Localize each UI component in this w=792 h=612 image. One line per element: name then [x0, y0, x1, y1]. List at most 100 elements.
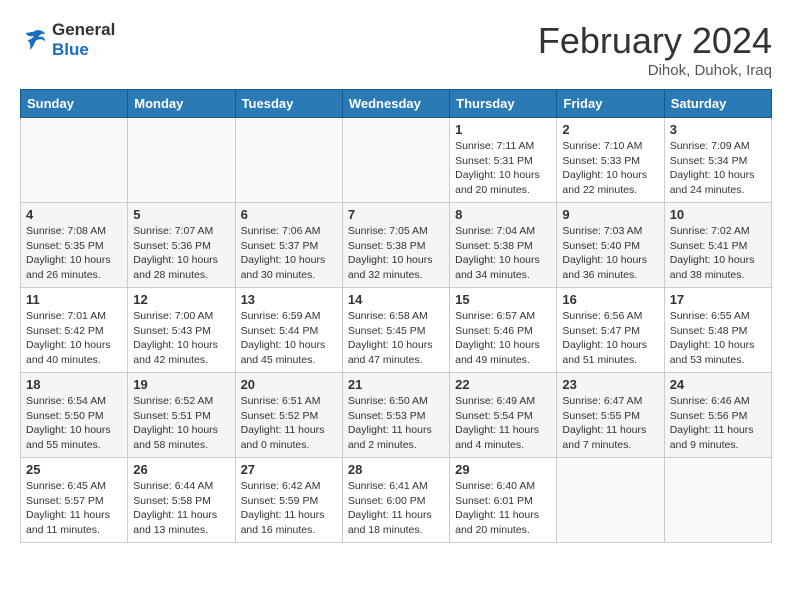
month-title: February 2024	[538, 20, 772, 62]
day-number: 2	[562, 122, 658, 137]
day-number: 26	[133, 462, 229, 477]
day-info: Sunrise: 6:56 AM Sunset: 5:47 PM Dayligh…	[562, 309, 658, 368]
day-info: Sunrise: 6:52 AM Sunset: 5:51 PM Dayligh…	[133, 394, 229, 453]
day-info: Sunrise: 6:58 AM Sunset: 5:45 PM Dayligh…	[348, 309, 444, 368]
day-info: Sunrise: 7:01 AM Sunset: 5:42 PM Dayligh…	[26, 309, 122, 368]
calendar-cell	[235, 118, 342, 203]
logo-general: General	[52, 20, 115, 40]
day-info: Sunrise: 6:51 AM Sunset: 5:52 PM Dayligh…	[241, 394, 337, 453]
day-number: 16	[562, 292, 658, 307]
day-info: Sunrise: 6:59 AM Sunset: 5:44 PM Dayligh…	[241, 309, 337, 368]
day-info: Sunrise: 7:09 AM Sunset: 5:34 PM Dayligh…	[670, 139, 766, 198]
day-number: 10	[670, 207, 766, 222]
calendar-cell: 11 Sunrise: 7:01 AM Sunset: 5:42 PM Dayli…	[21, 288, 128, 373]
calendar-cell: 27 Sunrise: 6:42 AM Sunset: 5:59 PM Dayli…	[235, 458, 342, 543]
logo: General Blue	[20, 20, 115, 60]
calendar-week-row: 4 Sunrise: 7:08 AM Sunset: 5:35 PM Daylig…	[21, 203, 772, 288]
day-number: 21	[348, 377, 444, 392]
calendar-cell	[21, 118, 128, 203]
day-info: Sunrise: 6:47 AM Sunset: 5:55 PM Dayligh…	[562, 394, 658, 453]
day-number: 3	[670, 122, 766, 137]
day-number: 4	[26, 207, 122, 222]
logo-bird-icon	[20, 26, 48, 54]
calendar-table: SundayMondayTuesdayWednesdayThursdayFrid…	[20, 89, 772, 543]
day-number: 27	[241, 462, 337, 477]
calendar-cell: 5 Sunrise: 7:07 AM Sunset: 5:36 PM Daylig…	[128, 203, 235, 288]
weekday-header-wednesday: Wednesday	[342, 90, 449, 118]
title-block: February 2024 Dihok, Duhok, Iraq	[538, 20, 772, 79]
calendar-week-row: 25Sunrise: 6:45 AM Sunset: 5:57 PM Dayli…	[21, 458, 772, 543]
calendar-cell	[128, 118, 235, 203]
day-number: 13	[241, 292, 337, 307]
calendar-cell: 24 Sunrise: 6:46 AM Sunset: 5:56 PM Dayli…	[664, 373, 771, 458]
calendar-cell	[557, 458, 664, 543]
day-info: Sunrise: 6:44 AM Sunset: 5:58 PM Dayligh…	[133, 479, 229, 538]
weekday-header-saturday: Saturday	[664, 90, 771, 118]
day-number: 23	[562, 377, 658, 392]
calendar-cell: 3 Sunrise: 7:09 AM Sunset: 5:34 PM Daylig…	[664, 118, 771, 203]
calendar-week-row: 1Sunrise: 7:11 AM Sunset: 5:31 PM Daylig…	[21, 118, 772, 203]
logo-text: General Blue	[52, 20, 115, 60]
calendar-cell: 22 Sunrise: 6:49 AM Sunset: 5:54 PM Dayli…	[450, 373, 557, 458]
calendar-cell: 2Sunrise: 7:10 AM Sunset: 5:33 PM Daylig…	[557, 118, 664, 203]
day-info: Sunrise: 7:08 AM Sunset: 5:35 PM Dayligh…	[26, 224, 122, 283]
page-header: General Blue February 2024 Dihok, Duhok,…	[20, 20, 772, 79]
day-number: 17	[670, 292, 766, 307]
day-info: Sunrise: 6:50 AM Sunset: 5:53 PM Dayligh…	[348, 394, 444, 453]
calendar-cell: 7Sunrise: 7:05 AM Sunset: 5:38 PM Daylig…	[342, 203, 449, 288]
day-number: 20	[241, 377, 337, 392]
day-info: Sunrise: 6:46 AM Sunset: 5:56 PM Dayligh…	[670, 394, 766, 453]
day-info: Sunrise: 6:57 AM Sunset: 5:46 PM Dayligh…	[455, 309, 551, 368]
day-info: Sunrise: 6:40 AM Sunset: 6:01 PM Dayligh…	[455, 479, 551, 538]
day-info: Sunrise: 7:02 AM Sunset: 5:41 PM Dayligh…	[670, 224, 766, 283]
day-number: 11	[26, 292, 122, 307]
day-number: 24	[670, 377, 766, 392]
calendar-cell: 16 Sunrise: 6:56 AM Sunset: 5:47 PM Dayli…	[557, 288, 664, 373]
calendar-cell: 28 Sunrise: 6:41 AM Sunset: 6:00 PM Dayli…	[342, 458, 449, 543]
day-number: 5	[133, 207, 229, 222]
day-number: 8	[455, 207, 551, 222]
day-number: 28	[348, 462, 444, 477]
day-number: 19	[133, 377, 229, 392]
calendar-week-row: 11 Sunrise: 7:01 AM Sunset: 5:42 PM Dayli…	[21, 288, 772, 373]
calendar-cell: 19 Sunrise: 6:52 AM Sunset: 5:51 PM Dayli…	[128, 373, 235, 458]
day-info: Sunrise: 7:03 AM Sunset: 5:40 PM Dayligh…	[562, 224, 658, 283]
day-info: Sunrise: 7:04 AM Sunset: 5:38 PM Dayligh…	[455, 224, 551, 283]
calendar-cell	[342, 118, 449, 203]
day-info: Sunrise: 6:54 AM Sunset: 5:50 PM Dayligh…	[26, 394, 122, 453]
calendar-cell: 26 Sunrise: 6:44 AM Sunset: 5:58 PM Dayli…	[128, 458, 235, 543]
day-number: 25	[26, 462, 122, 477]
day-number: 14	[348, 292, 444, 307]
calendar-cell: 12Sunrise: 7:00 AM Sunset: 5:43 PM Dayli…	[128, 288, 235, 373]
day-info: Sunrise: 6:55 AM Sunset: 5:48 PM Dayligh…	[670, 309, 766, 368]
day-info: Sunrise: 7:06 AM Sunset: 5:37 PM Dayligh…	[241, 224, 337, 283]
calendar-week-row: 18 Sunrise: 6:54 AM Sunset: 5:50 PM Dayli…	[21, 373, 772, 458]
calendar-cell: 6 Sunrise: 7:06 AM Sunset: 5:37 PM Daylig…	[235, 203, 342, 288]
calendar-cell: 20 Sunrise: 6:51 AM Sunset: 5:52 PM Dayli…	[235, 373, 342, 458]
day-info: Sunrise: 6:42 AM Sunset: 5:59 PM Dayligh…	[241, 479, 337, 538]
calendar-cell: 9 Sunrise: 7:03 AM Sunset: 5:40 PM Daylig…	[557, 203, 664, 288]
calendar-cell: 4 Sunrise: 7:08 AM Sunset: 5:35 PM Daylig…	[21, 203, 128, 288]
calendar-cell: 18 Sunrise: 6:54 AM Sunset: 5:50 PM Dayli…	[21, 373, 128, 458]
day-info: Sunrise: 6:49 AM Sunset: 5:54 PM Dayligh…	[455, 394, 551, 453]
day-number: 9	[562, 207, 658, 222]
day-info: Sunrise: 7:07 AM Sunset: 5:36 PM Dayligh…	[133, 224, 229, 283]
day-number: 18	[26, 377, 122, 392]
day-info: Sunrise: 6:41 AM Sunset: 6:00 PM Dayligh…	[348, 479, 444, 538]
calendar-cell: 29Sunrise: 6:40 AM Sunset: 6:01 PM Dayli…	[450, 458, 557, 543]
calendar-cell: 25Sunrise: 6:45 AM Sunset: 5:57 PM Dayli…	[21, 458, 128, 543]
logo-blue: Blue	[52, 40, 115, 60]
calendar-cell: 17 Sunrise: 6:55 AM Sunset: 5:48 PM Dayli…	[664, 288, 771, 373]
calendar-cell: 23 Sunrise: 6:47 AM Sunset: 5:55 PM Dayli…	[557, 373, 664, 458]
day-number: 12	[133, 292, 229, 307]
weekday-header-row: SundayMondayTuesdayWednesdayThursdayFrid…	[21, 90, 772, 118]
day-number: 22	[455, 377, 551, 392]
calendar-cell: 14 Sunrise: 6:58 AM Sunset: 5:45 PM Dayli…	[342, 288, 449, 373]
day-info: Sunrise: 7:05 AM Sunset: 5:38 PM Dayligh…	[348, 224, 444, 283]
day-number: 6	[241, 207, 337, 222]
calendar-cell: 10 Sunrise: 7:02 AM Sunset: 5:41 PM Dayli…	[664, 203, 771, 288]
day-number: 1	[455, 122, 551, 137]
calendar-cell: 1Sunrise: 7:11 AM Sunset: 5:31 PM Daylig…	[450, 118, 557, 203]
calendar-cell: 8 Sunrise: 7:04 AM Sunset: 5:38 PM Daylig…	[450, 203, 557, 288]
calendar-cell	[664, 458, 771, 543]
